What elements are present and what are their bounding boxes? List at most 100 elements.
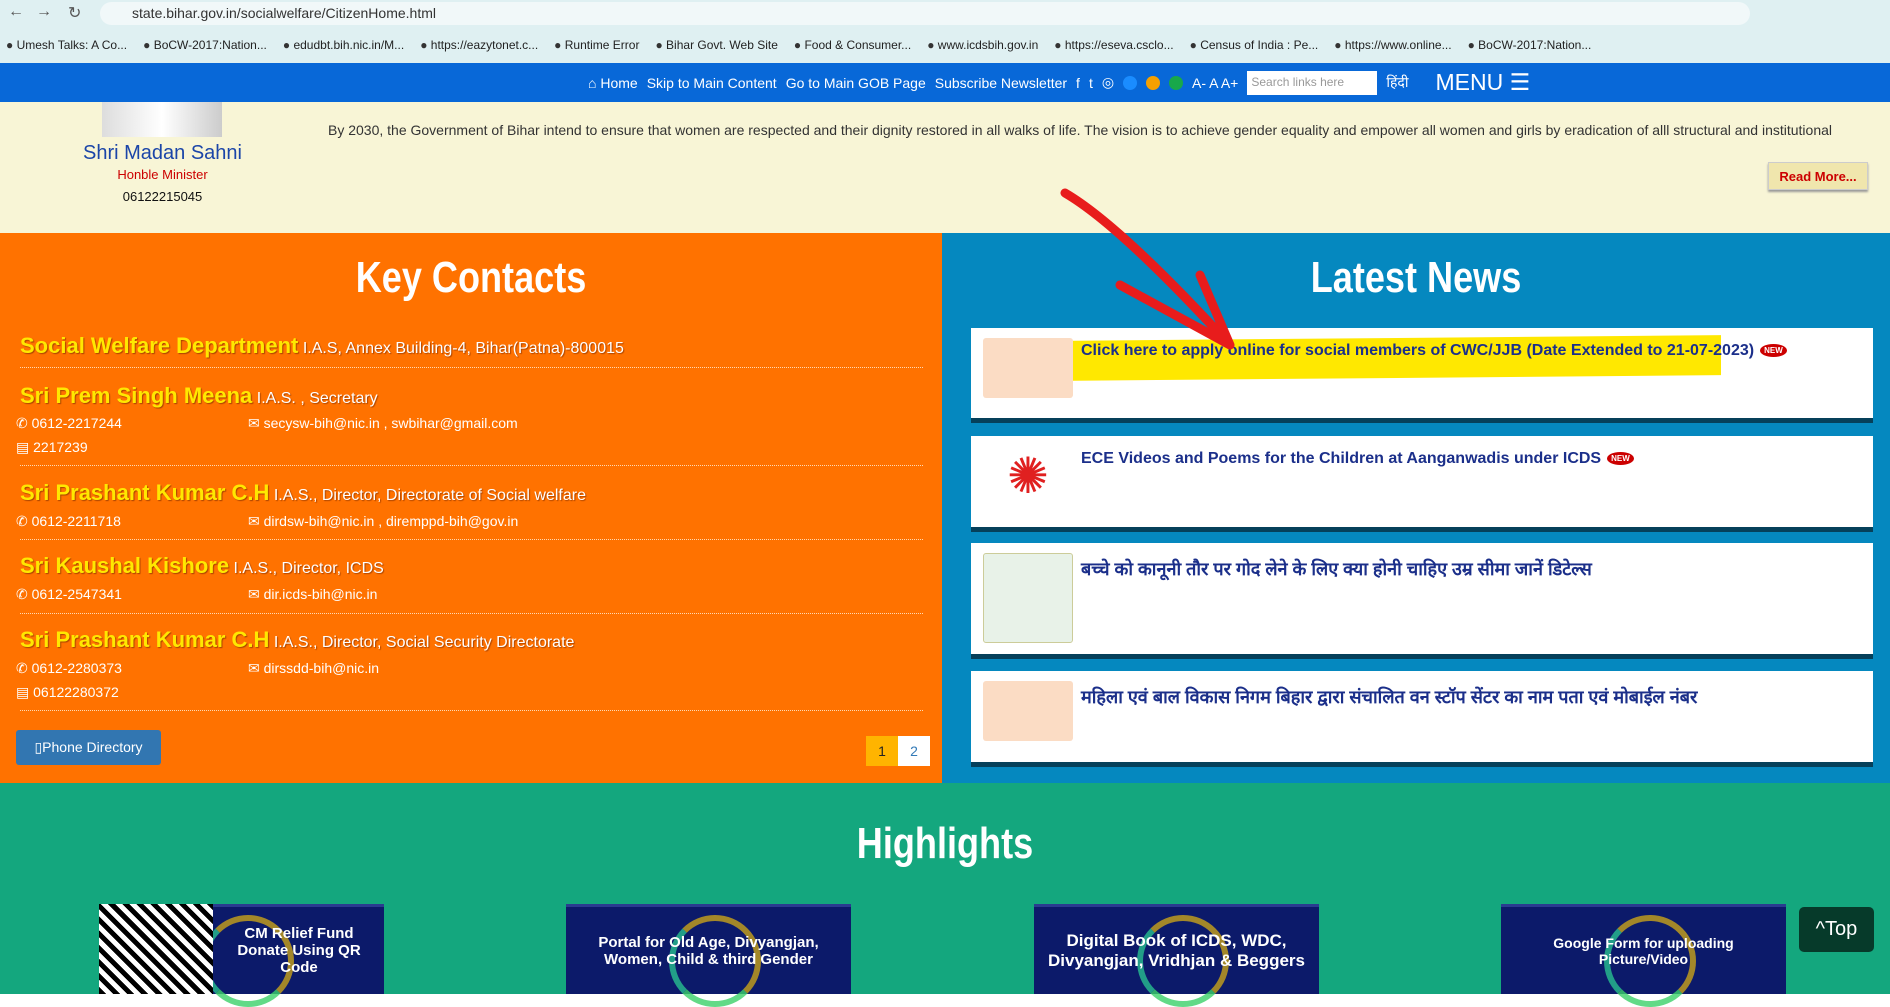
home-link[interactable]: ⌂ Home bbox=[588, 75, 638, 91]
divider bbox=[20, 710, 923, 711]
news-link[interactable]: महिला एवं बाल विकास निगम बिहार द्वारा सं… bbox=[1081, 685, 1697, 709]
contact-desc: I.A.S., Director, ICDS bbox=[233, 560, 384, 577]
news-item[interactable]: बच्चे को कानूनी तौर पर गोद लेने के लिए क… bbox=[971, 543, 1873, 654]
highlight-label: Digital Book of ICDS, WDC, Divyangjan, V… bbox=[1048, 930, 1305, 970]
fax: ▤ 06122280372 bbox=[16, 684, 119, 700]
forward-icon[interactable]: → bbox=[36, 3, 52, 21]
phone-directory-button[interactable]: ▯Phone Directory bbox=[16, 730, 161, 765]
bookmark[interactable]: BoCW-2017:Nation... bbox=[143, 38, 267, 52]
key-contacts-title: Key Contacts bbox=[355, 253, 587, 302]
reload-icon[interactable]: ↻ bbox=[68, 3, 81, 23]
phone: ✆ 0612-2280373 bbox=[16, 660, 122, 676]
facebook-icon[interactable]: f bbox=[1076, 75, 1080, 91]
instagram-icon[interactable]: ◎ bbox=[1102, 74, 1114, 91]
contact-name: Sri Prashant Kumar C.H bbox=[20, 627, 270, 652]
email: ✉ dirdsw-bih@nic.in , diremppd-bih@gov.i… bbox=[248, 513, 519, 529]
phone-number: 0612-2280373 bbox=[31, 660, 122, 676]
highlight-card[interactable]: Portal for Old Age, Divyangjan, Women, C… bbox=[566, 904, 851, 1007]
news-text: ECE Videos and Poems for the Children at… bbox=[1081, 450, 1602, 467]
top-nav: ⌂ Home Skip to Main Content Go to Main G… bbox=[0, 63, 1890, 102]
fax: ▤ 2217239 bbox=[16, 439, 88, 455]
email-address: dirdsw-bih@nic.in , diremppd-bih@gov.in bbox=[263, 513, 519, 529]
contact-desc: I.A.S., Director, Social Security Direct… bbox=[273, 634, 575, 651]
phone-directory-label: Phone Directory bbox=[42, 739, 143, 755]
newsletter-link[interactable]: Subscribe Newsletter bbox=[935, 75, 1067, 91]
email: ✉ secysw-bih@nic.in , swbihar@gmail.com bbox=[248, 415, 518, 431]
bookmark[interactable]: https://eseva.csclo... bbox=[1054, 38, 1174, 52]
phone-number: 0612-2211718 bbox=[31, 513, 121, 529]
news-item[interactable]: ✺ ECE Videos and Poems for the Children … bbox=[971, 436, 1873, 527]
key-contacts-section: Key Contacts Social Welfare Department I… bbox=[0, 233, 942, 783]
divider bbox=[20, 465, 923, 466]
contact-name: Sri Prashant Kumar C.H bbox=[20, 480, 270, 505]
news-item[interactable]: महिला एवं बाल विकास निगम बिहार द्वारा सं… bbox=[971, 671, 1873, 762]
email-address: dirssdd-bih@nic.in bbox=[263, 660, 379, 676]
contact-name: Sri Prem Singh Meena bbox=[20, 383, 253, 408]
divider bbox=[20, 367, 923, 368]
bookmark[interactable]: https://www.online... bbox=[1334, 38, 1452, 52]
hindi-link[interactable]: हिंदी bbox=[1386, 73, 1408, 92]
bookmark[interactable]: https://eazytonet.c... bbox=[420, 38, 538, 52]
new-badge: NEW bbox=[1760, 344, 1787, 358]
bookmark[interactable]: Bihar Govt. Web Site bbox=[655, 38, 778, 52]
phone-number: 0612-2547341 bbox=[31, 586, 122, 602]
page-1-button[interactable]: 1 bbox=[866, 736, 898, 766]
home-label: Home bbox=[600, 74, 638, 91]
page-2-button[interactable]: 2 bbox=[898, 736, 930, 766]
minister-role: Honble Minister bbox=[117, 167, 208, 182]
skip-link[interactable]: Skip to Main Content bbox=[647, 75, 777, 91]
highlight-label: Portal for Old Age, Divyangjan, Women, C… bbox=[598, 933, 819, 968]
bookmarks-bar: Umesh Talks: A Co... BoCW-2017:Nation...… bbox=[0, 27, 1890, 63]
theme-orange-icon[interactable] bbox=[1146, 75, 1161, 90]
contact-name: Sri Kaushal Kishore bbox=[20, 553, 230, 578]
twitter-icon[interactable]: t bbox=[1089, 75, 1093, 91]
qr-code bbox=[99, 904, 213, 994]
read-more-button[interactable]: Read More... bbox=[1768, 162, 1868, 190]
contact-name: Social Welfare Department bbox=[20, 333, 299, 358]
minister-phone: 06122215045 bbox=[122, 189, 203, 204]
highlight-label: CM Relief Fund Donate Using QR Code bbox=[237, 925, 361, 976]
highlight-label: Google Form for uploading Picture/Video bbox=[1553, 934, 1734, 967]
gob-link[interactable]: Go to Main GOB Page bbox=[786, 75, 926, 91]
search-input[interactable]: Search links here bbox=[1247, 70, 1378, 95]
bookmark[interactable]: Food & Consumer... bbox=[794, 38, 911, 52]
poster-thumbnail bbox=[983, 553, 1073, 643]
icds-logo-icon: ✺ bbox=[983, 446, 1073, 506]
highlight-card[interactable]: Digital Book of ICDS, WDC, Divyangjan, V… bbox=[1034, 904, 1319, 1007]
bookmark[interactable]: www.icdsbih.gov.in bbox=[927, 38, 1039, 52]
red-arrow-annotation bbox=[1060, 188, 1235, 350]
back-to-top-button[interactable]: ^Top bbox=[1799, 907, 1874, 952]
bookmark[interactable]: edudbt.bih.nic.in/M... bbox=[283, 38, 404, 52]
email: ✉ dirssdd-bih@nic.in bbox=[248, 660, 379, 676]
news-link[interactable]: ECE Videos and Poems for the Children at… bbox=[1081, 450, 1634, 468]
email-address: secysw-bih@nic.in , swbihar@gmail.com bbox=[263, 415, 518, 431]
highlights-title: Highlights bbox=[856, 819, 1034, 868]
bookmark[interactable]: Umesh Talks: A Co... bbox=[6, 38, 128, 52]
bookmark[interactable]: BoCW-2017:Nation... bbox=[1468, 38, 1591, 52]
phone: ✆ 0612-2211718 bbox=[16, 513, 121, 529]
minister-photo bbox=[102, 102, 222, 137]
font-size-controls[interactable]: A- A A+ bbox=[1192, 75, 1238, 91]
email: ✉ dir.icds-bih@nic.in bbox=[248, 586, 378, 602]
back-icon[interactable]: ← bbox=[8, 3, 24, 21]
phone-number: 0612-2217244 bbox=[31, 415, 122, 431]
address-bar[interactable]: state.bihar.gov.in/socialwelfare/Citizen… bbox=[100, 2, 1750, 25]
menu-button[interactable]: MENU ☰ bbox=[1436, 69, 1531, 96]
bookmark[interactable]: Census of India : Pe... bbox=[1190, 38, 1318, 52]
menu-label: MENU bbox=[1435, 69, 1504, 95]
theme-green-icon[interactable] bbox=[1169, 75, 1184, 90]
news-link[interactable]: बच्चे को कानूनी तौर पर गोद लेने के लिए क… bbox=[1081, 557, 1592, 581]
theme-blue-icon[interactable] bbox=[1123, 75, 1138, 90]
phone: ✆ 0612-2547341 bbox=[16, 586, 122, 602]
bookmark[interactable]: Runtime Error bbox=[554, 38, 640, 52]
divider bbox=[20, 613, 923, 614]
contact-desc: I.A.S., Director, Directorate of Social … bbox=[273, 487, 586, 504]
email-address: dir.icds-bih@nic.in bbox=[263, 586, 378, 602]
vision-text: By 2030, the Government of Bihar intend … bbox=[328, 122, 1833, 138]
fax-number: 06122280372 bbox=[33, 684, 119, 700]
contact-desc: I.A.S, Annex Building-4, Bihar(Patna)-80… bbox=[302, 340, 624, 357]
fax-number: 2217239 bbox=[33, 439, 88, 455]
divider bbox=[20, 539, 923, 540]
contact-desc: I.A.S. , Secretary bbox=[256, 390, 378, 407]
highlight-card[interactable]: Google Form for uploading Picture/Video bbox=[1501, 904, 1786, 1007]
